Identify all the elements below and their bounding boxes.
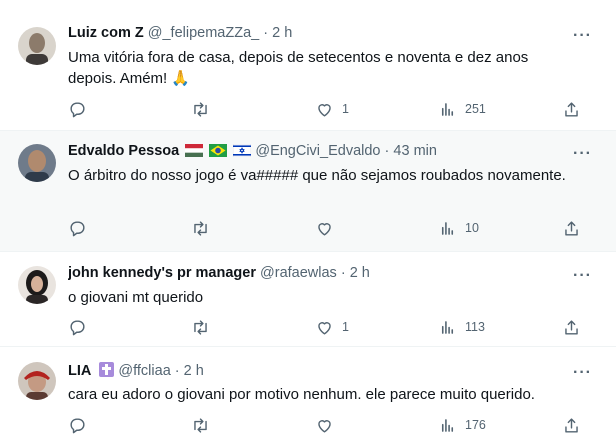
timestamp[interactable]: 2 h: [272, 25, 292, 41]
tweet-text: cara eu adoro o giovani por motivo nenhu…: [68, 386, 535, 403]
reply-icon: [70, 417, 85, 433]
reply-icon: [70, 101, 85, 117]
israel-flag-icon: [233, 144, 252, 157]
heart-icon: [318, 103, 331, 117]
like-count: 1: [342, 102, 349, 116]
views-icon: [441, 418, 454, 432]
heart-icon: [318, 222, 331, 236]
tweet-text: o giovani mt querido: [68, 289, 204, 306]
views-button[interactable]: 10: [438, 215, 479, 241]
tweet-item[interactable]: LIA @ffcliaa · 2 h ··· cara eu adoro o g…: [0, 347, 616, 447]
views-count: 113: [465, 320, 485, 334]
reply-feed: Luiz com Z @_felipemaZZa_ · 2 h ··· Uma …: [0, 0, 616, 447]
tweet-text: O árbitro do nosso jogo é va##### que nã…: [68, 167, 566, 184]
hungary-flag-icon: [185, 144, 204, 157]
retweet-button[interactable]: [191, 412, 218, 438]
timestamp[interactable]: 2 h: [184, 363, 204, 379]
separator-dot: ·: [263, 25, 269, 41]
more-horizontal-icon[interactable]: ···: [573, 145, 592, 163]
heart-icon: [318, 419, 331, 433]
retweet-icon: [194, 101, 207, 117]
heart-icon: [318, 321, 331, 335]
display-name[interactable]: Luiz com Z: [68, 25, 144, 41]
reply-button[interactable]: [68, 412, 95, 438]
tweet-header: LIA @ffcliaa · 2 h: [68, 362, 566, 379]
reply-button[interactable]: [68, 96, 95, 122]
display-name[interactable]: john kennedy's pr manager: [68, 265, 256, 281]
views-icon: [441, 102, 454, 116]
retweet-icon: [194, 220, 207, 236]
more-horizontal-icon[interactable]: ···: [573, 267, 592, 285]
display-name[interactable]: LIA: [68, 363, 91, 379]
more-horizontal-icon[interactable]: ···: [573, 27, 592, 45]
reply-icon: [70, 319, 85, 335]
views-button[interactable]: 251: [438, 96, 486, 122]
views-count: 251: [465, 102, 486, 116]
avatar[interactable]: [18, 362, 56, 400]
share-icon: [565, 101, 578, 117]
retweet-icon: [194, 417, 207, 433]
share-button[interactable]: [562, 412, 581, 438]
timestamp[interactable]: 2 h: [350, 265, 370, 281]
display-name[interactable]: Edvaldo Pessoa: [68, 143, 179, 159]
tweet-actions: 10: [60, 215, 596, 241]
views-button[interactable]: 176: [438, 412, 486, 438]
share-icon: [565, 417, 578, 433]
share-button[interactable]: [562, 314, 581, 340]
like-count: 1: [342, 320, 349, 334]
user-handle[interactable]: @rafaewlas: [260, 265, 337, 281]
like-button[interactable]: 1: [315, 96, 349, 122]
views-count: 176: [465, 418, 486, 432]
separator-dot: ·: [340, 265, 346, 281]
avatar[interactable]: [18, 266, 56, 304]
views-count: 10: [465, 221, 479, 235]
retweet-button[interactable]: [191, 314, 218, 340]
tweet-item[interactable]: Edvaldo Pessoa @EngCivi_Edvaldo · 43 min…: [0, 131, 616, 252]
tweet-text: Uma vitória fora de casa, depois de sete…: [68, 49, 529, 87]
avatar[interactable]: [18, 27, 56, 65]
views-icon: [441, 221, 454, 235]
tweet-item[interactable]: john kennedy's pr manager @rafaewlas · 2…: [0, 252, 616, 347]
share-button[interactable]: [562, 215, 581, 241]
retweet-button[interactable]: [191, 96, 218, 122]
reply-button[interactable]: [68, 314, 95, 340]
like-button[interactable]: [315, 412, 342, 438]
reply-icon: [70, 220, 85, 236]
tweet-item[interactable]: Luiz com Z @_felipemaZZa_ · 2 h ··· Uma …: [0, 0, 616, 131]
timestamp[interactable]: 43 min: [393, 143, 437, 159]
more-horizontal-icon[interactable]: ···: [573, 364, 592, 382]
user-handle[interactable]: @_felipemaZZa_: [148, 25, 259, 41]
tweet-actions: 1 113: [60, 314, 596, 340]
avatar[interactable]: [18, 144, 56, 182]
retweet-button[interactable]: [191, 215, 218, 241]
brazil-flag-icon: [209, 144, 228, 157]
user-handle[interactable]: @ffcliaa: [118, 363, 170, 379]
cross-emoji-icon: [99, 362, 115, 377]
share-icon: [565, 220, 578, 236]
views-icon: [441, 320, 454, 334]
tweet-header: john kennedy's pr manager @rafaewlas · 2…: [68, 265, 566, 281]
separator-dot: ·: [174, 363, 180, 379]
like-button[interactable]: [315, 215, 342, 241]
share-button[interactable]: [562, 96, 581, 122]
separator-dot: ·: [384, 143, 390, 159]
tweet-header: Luiz com Z @_felipemaZZa_ · 2 h: [68, 25, 566, 41]
like-button[interactable]: 1: [315, 314, 349, 340]
reply-button[interactable]: [68, 215, 95, 241]
views-button[interactable]: 113: [438, 314, 485, 340]
tweet-actions: 1 251: [60, 96, 596, 122]
retweet-icon: [194, 319, 207, 335]
share-icon: [565, 319, 578, 335]
user-handle[interactable]: @EngCivi_Edvaldo: [255, 143, 380, 159]
tweet-actions: 176: [60, 412, 596, 438]
tweet-header: Edvaldo Pessoa @EngCivi_Edvaldo · 43 min: [68, 143, 566, 159]
